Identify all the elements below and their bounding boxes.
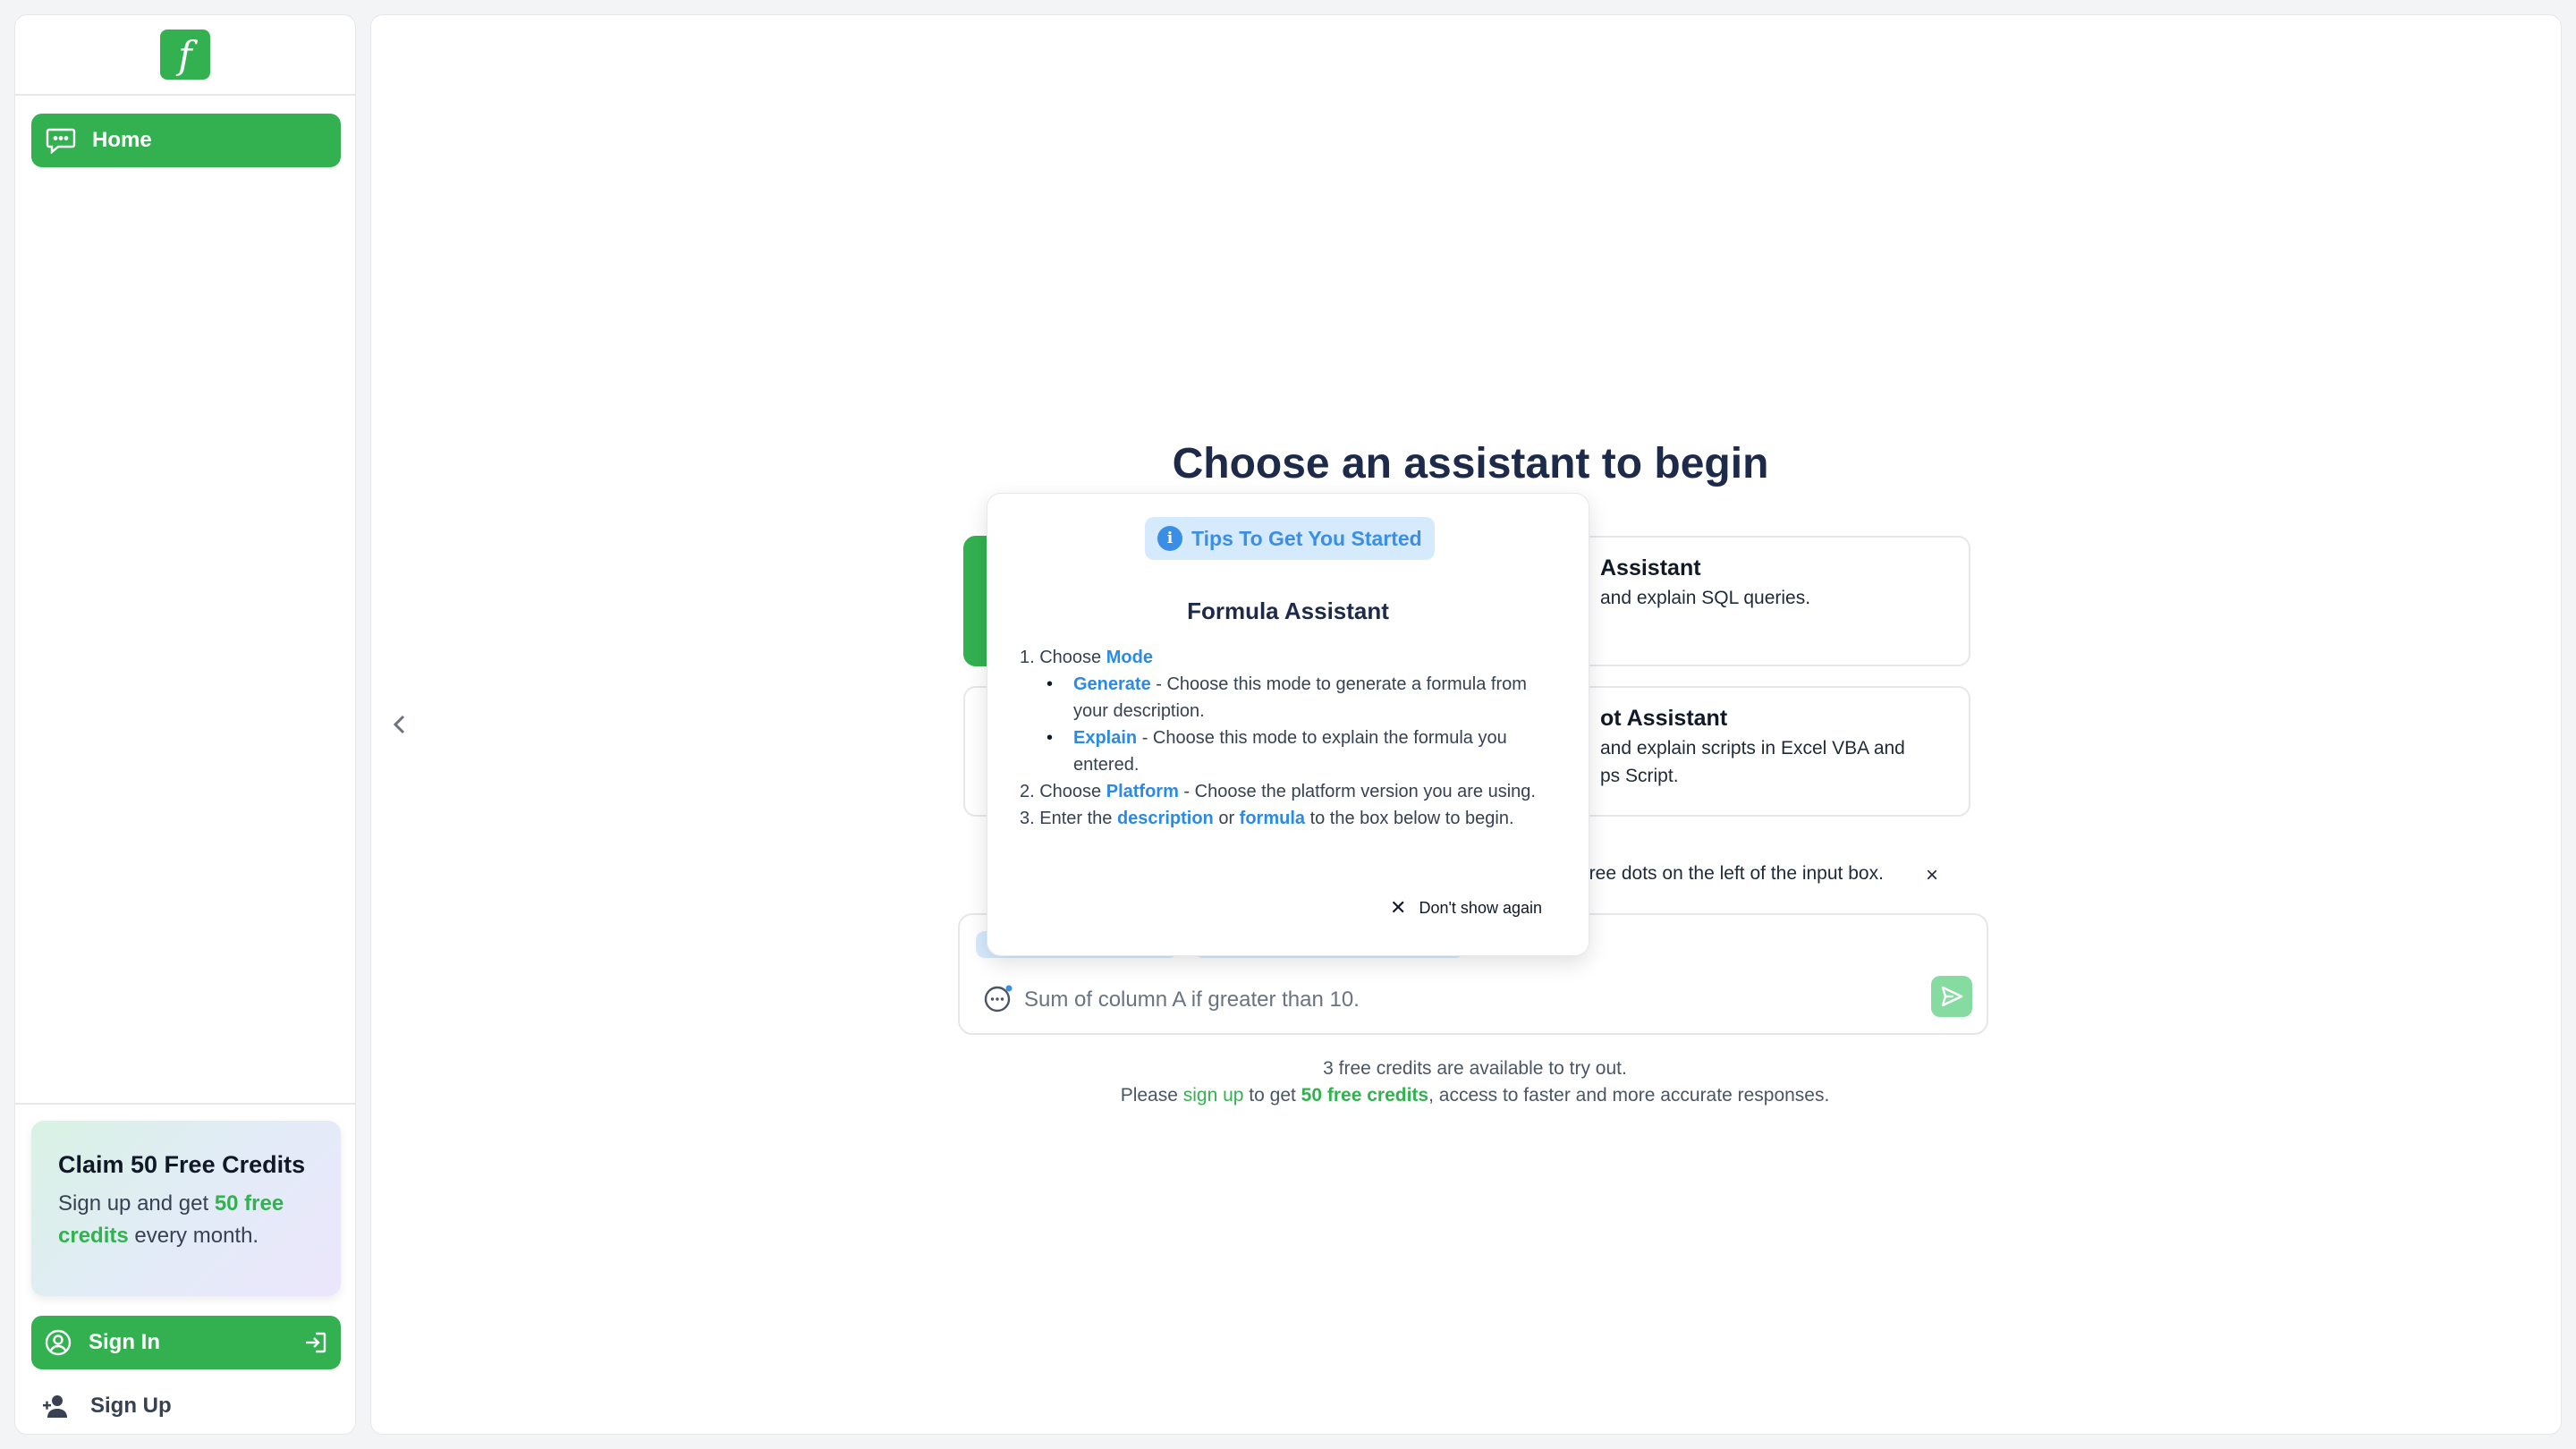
chevron-left-icon xyxy=(393,715,405,734)
info-icon: i xyxy=(1157,526,1182,551)
tip-step-1: 1. Choose Mode xyxy=(1020,648,1153,667)
sidebar-divider xyxy=(15,1103,355,1105)
tips-popup: i Tips To Get You Started Formula Assist… xyxy=(987,493,1589,956)
options-button[interactable] xyxy=(983,983,1015,1020)
credits-signup-info: Please sign up to get 50 free credits, a… xyxy=(1120,1085,1830,1106)
tip-explain: Explain - Choose this mode to explain th… xyxy=(1046,724,1562,778)
tip-generate: Generate - Choose this mode to generate … xyxy=(1046,671,1562,724)
send-button[interactable] xyxy=(1931,976,1972,1017)
tips-badge: i Tips To Get You Started xyxy=(1145,517,1435,560)
sidebar-item-label: Home xyxy=(92,128,152,152)
logo-area: f xyxy=(15,15,355,96)
tip-step-2: 2. Choose Platform - Choose the platform… xyxy=(1020,782,1536,801)
tip-step-3: 3. Enter the description or formula to t… xyxy=(1020,809,1514,828)
sign-up-button[interactable]: Sign Up xyxy=(42,1384,172,1428)
tips-list: 1. Choose Mode Generate - Choose this mo… xyxy=(1020,644,1562,832)
user-plus-icon xyxy=(43,1395,67,1418)
sign-in-arrow-icon xyxy=(306,1332,326,1353)
sidebar-item-home[interactable]: Home xyxy=(31,114,341,167)
promo-title: Claim 50 Free Credits xyxy=(58,1151,306,1178)
page-title: Choose an assistant to begin xyxy=(1172,440,1769,487)
dots-circle-icon xyxy=(984,985,1013,1013)
close-hint-button[interactable]: × xyxy=(1926,863,1938,888)
promo-card[interactable]: Claim 50 Free Credits Sign up and get 50… xyxy=(31,1121,341,1296)
hint-text: hree dots on the left of the input box. xyxy=(1579,863,1884,884)
sign-up-label: Sign Up xyxy=(90,1394,172,1418)
sign-in-button[interactable]: Sign In xyxy=(31,1316,341,1369)
promo-text: Sign up and get 50 free credits every mo… xyxy=(58,1191,284,1248)
card-desc: and explain SQL queries. xyxy=(1600,588,1811,608)
card-title: Assistant xyxy=(1600,555,1701,580)
send-icon xyxy=(1941,986,1963,1007)
card-desc-line-2: ps Script. xyxy=(1600,766,1679,786)
sidebar: f Home Claim 50 Free Credits Sign up and… xyxy=(14,14,356,1435)
popup-title: Formula Assistant xyxy=(1187,597,1389,624)
app-logo[interactable]: f xyxy=(160,30,210,80)
chat-icon xyxy=(46,128,76,154)
card-title: ot Assistant xyxy=(1600,706,1728,731)
close-icon: ✕ xyxy=(1390,896,1407,919)
prompt-input[interactable] xyxy=(1024,985,1919,1015)
sign-in-label: Sign In xyxy=(89,1330,160,1354)
user-circle-icon xyxy=(45,1329,72,1356)
dont-show-again-button[interactable]: ✕ Don't show again xyxy=(1390,896,1542,919)
sign-up-link[interactable]: sign up xyxy=(1183,1085,1244,1106)
card-desc-line-1: and explain scripts in Excel VBA and xyxy=(1600,738,1905,758)
credits-info: 3 free credits are available to try out. xyxy=(1323,1058,1627,1079)
collapse-sidebar-button[interactable] xyxy=(391,713,409,741)
